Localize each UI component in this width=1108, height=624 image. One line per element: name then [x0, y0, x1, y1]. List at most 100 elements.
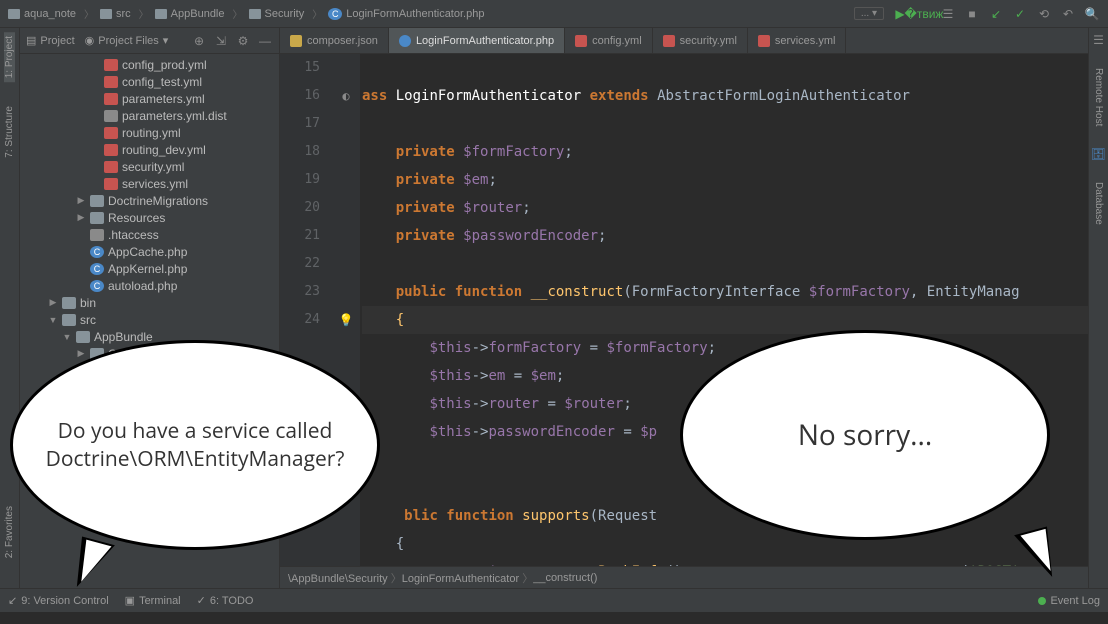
tree-caret-icon: ▶	[76, 195, 86, 206]
breadcrumb-item[interactable]: src	[100, 6, 149, 21]
scroll-from-source-icon[interactable]: ⊕	[191, 33, 207, 49]
tree-item[interactable]: routing.yml	[20, 124, 279, 141]
code-line[interactable]: return $request->getPathInfo() == ('POST…	[362, 558, 1088, 566]
code-line[interactable]: public function __construct(FormFactoryI…	[362, 278, 1088, 306]
editor-tabs: composer.jsonLoginFormAuthenticator.phpc…	[280, 28, 1088, 54]
tool-structure[interactable]: 7: Structure	[4, 102, 15, 162]
line-number: 18	[280, 138, 320, 166]
editor-crumb-item[interactable]: LoginFormAuthenticator	[402, 570, 533, 586]
bottom-eventlog[interactable]: Event Log	[1038, 595, 1100, 607]
code-line[interactable]: private $formFactory;	[362, 138, 1088, 166]
stop-icon[interactable]: ■	[964, 6, 980, 22]
php-icon: C	[90, 263, 104, 275]
right-tool-gutter: ☰ Remote Host 🗄 Database	[1088, 28, 1108, 588]
bottom-todo[interactable]: ✓ 6: TODO	[197, 594, 254, 607]
editor-tab[interactable]: security.yml	[653, 28, 748, 53]
vcs-commit-icon[interactable]: ✓	[1012, 6, 1028, 22]
code-line[interactable]	[362, 250, 1088, 278]
folder-icon	[90, 195, 104, 207]
tree-item[interactable]: Cautoload.php	[20, 277, 279, 294]
breadcrumb: aqua_note src AppBundle Security CLoginFormA…	[8, 6, 854, 21]
code-line[interactable]: {	[362, 306, 1088, 334]
tree-item[interactable]: services.yml	[20, 175, 279, 192]
yml-icon	[104, 127, 118, 139]
line-number: 22	[280, 250, 320, 278]
sidebar-tab-project[interactable]: ▤ Project	[26, 34, 75, 47]
php-icon: C	[90, 280, 104, 292]
tree-item[interactable]: endor	[20, 586, 279, 588]
code-line[interactable]: {	[362, 530, 1088, 558]
coverage-icon[interactable]: ☰	[940, 6, 956, 22]
editor-crumb-item[interactable]: \AppBundle\Security	[288, 570, 402, 586]
breadcrumb-item[interactable]: Security	[249, 6, 323, 21]
breadcrumb-item[interactable]: aqua_note	[8, 6, 94, 21]
folder-icon	[90, 212, 104, 224]
hide-icon[interactable]: —	[257, 33, 273, 49]
tree-caret-icon: ▼	[62, 332, 72, 342]
settings-icon[interactable]: ⚙	[235, 33, 251, 49]
tree-item[interactable]: config_test.yml	[20, 73, 279, 90]
tool-database[interactable]: Database	[1093, 178, 1104, 229]
folder-icon	[62, 314, 76, 326]
folder-icon	[8, 9, 20, 19]
code-line[interactable]: private $em;	[362, 166, 1088, 194]
bottom-vcs[interactable]: ↙ 9: Version Control	[8, 594, 109, 607]
breadcrumb-item[interactable]: CLoginFormAuthenticator.php	[328, 8, 492, 20]
tree-caret-icon: ▼	[48, 315, 58, 325]
tree-item[interactable]: ▶bin	[20, 294, 279, 311]
vcs-update-icon[interactable]: ↙	[988, 6, 1004, 22]
remote-icon[interactable]: ☰	[1091, 32, 1107, 48]
editor-tab[interactable]: LoginFormAuthenticator.php	[389, 28, 565, 53]
search-icon[interactable]: 🔍	[1084, 6, 1100, 22]
tree-caret-icon: ▶	[76, 212, 86, 223]
code-line[interactable]: private $router;	[362, 194, 1088, 222]
tree-item[interactable]: ▶DoctrineMigrations	[20, 192, 279, 209]
tree-item[interactable]: config_prod.yml	[20, 56, 279, 73]
database-icon[interactable]: 🗄	[1091, 146, 1107, 162]
editor-breadcrumb[interactable]: \AppBundle\SecurityLoginFormAuthenticato…	[280, 566, 1088, 588]
run-config-selector[interactable]: ... ▾	[854, 7, 884, 20]
tree-item[interactable]: .htaccess	[20, 226, 279, 243]
code-line[interactable]: private $passwordEncoder;	[362, 222, 1088, 250]
line-number: 19	[280, 166, 320, 194]
vcs-history-icon[interactable]: ⟲	[1036, 6, 1052, 22]
line-number: 17	[280, 110, 320, 138]
code-line[interactable]	[362, 54, 1088, 82]
editor-tab[interactable]: config.yml	[565, 28, 653, 53]
tool-project[interactable]: 1: Project	[4, 32, 15, 82]
tree-item[interactable]: ▼src	[20, 311, 279, 328]
bottom-terminal[interactable]: ▣ Terminal	[125, 594, 181, 607]
speech-bubble-left: Do you have a service called Doctrine\OR…	[10, 340, 380, 550]
sidebar-tab-files[interactable]: ◉ Project Files ▾	[85, 34, 169, 47]
collapse-icon[interactable]: ⇲	[213, 33, 229, 49]
vcs-revert-icon[interactable]: ↶	[1060, 6, 1076, 22]
code-line[interactable]	[362, 110, 1088, 138]
tree-item[interactable]: routing_dev.yml	[20, 141, 279, 158]
tree-item[interactable]: parameters.yml	[20, 90, 279, 107]
yml-icon	[104, 93, 118, 105]
top-bar: aqua_note src AppBundle Security CLoginFormA…	[0, 0, 1108, 28]
tree-item[interactable]: parameters.yml.dist	[20, 107, 279, 124]
tree-item[interactable]: security.yml	[20, 158, 279, 175]
breadcrumb-item[interactable]: AppBundle	[155, 6, 243, 21]
yml-icon	[104, 144, 118, 156]
editor-tab[interactable]: services.yml	[748, 28, 847, 53]
tree-item[interactable]: CAppKernel.php	[20, 260, 279, 277]
line-number: 16	[280, 82, 320, 110]
debug-icon[interactable]: �твиж	[916, 6, 932, 22]
code-line[interactable]: ass LoginFormAuthenticator extends Abstr…	[362, 82, 1088, 110]
tree-item[interactable]: ▶Resources	[20, 209, 279, 226]
folder-icon	[155, 9, 167, 19]
tree-caret-icon: ▶	[76, 348, 86, 359]
txt-icon	[90, 229, 104, 241]
tool-favorites[interactable]: 2: Favorites	[4, 502, 15, 562]
tree-item[interactable]: CAppCache.php	[20, 243, 279, 260]
line-number: 20	[280, 194, 320, 222]
editor-crumb-item[interactable]: __construct()	[533, 572, 597, 584]
tool-remote-host[interactable]: Remote Host	[1093, 64, 1104, 130]
editor-tab[interactable]: composer.json	[280, 28, 389, 53]
yml-icon	[104, 76, 118, 88]
line-number: 15	[280, 54, 320, 82]
line-number: 21	[280, 222, 320, 250]
yml-icon	[575, 35, 587, 47]
